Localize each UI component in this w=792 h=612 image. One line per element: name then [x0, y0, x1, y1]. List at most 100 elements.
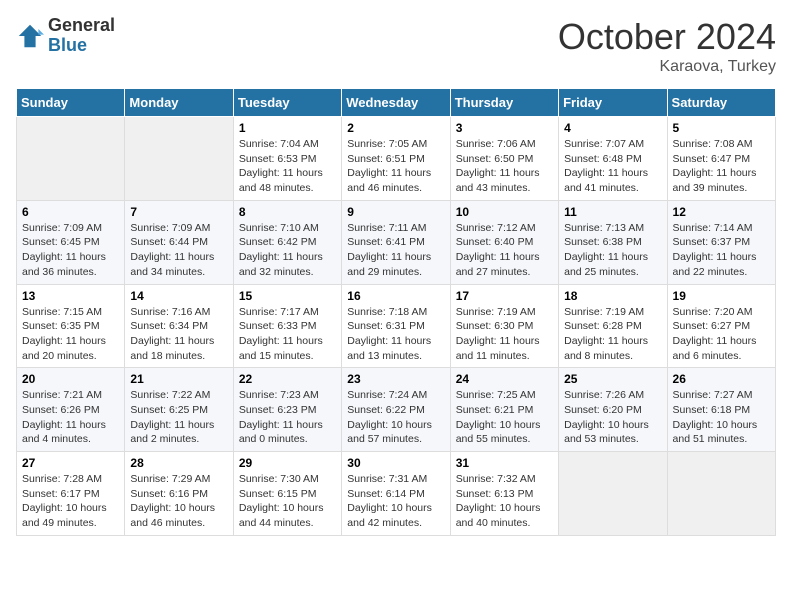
day-info: Sunrise: 7:32 AM Sunset: 6:13 PM Dayligh…: [456, 472, 553, 531]
calendar-cell: 15Sunrise: 7:17 AM Sunset: 6:33 PM Dayli…: [233, 284, 341, 368]
day-number: 11: [564, 205, 661, 219]
day-info: Sunrise: 7:27 AM Sunset: 6:18 PM Dayligh…: [673, 388, 770, 447]
calendar-cell: 19 Sunrise: 7:20 AM Sunset: 6:27 PM Dayli…: [667, 284, 775, 368]
day-number: 7: [130, 205, 227, 219]
calendar-cell: 14Sunrise: 7:16 AM Sunset: 6:34 PM Dayli…: [125, 284, 233, 368]
day-number: 8: [239, 205, 336, 219]
day-info: Sunrise: 7:19 AM Sunset: 6:30 PM Dayligh…: [456, 305, 553, 364]
day-number: 3: [456, 121, 553, 135]
day-number: 2: [347, 121, 444, 135]
calendar-cell: 24 Sunrise: 7:25 AM Sunset: 6:21 PM Dayli…: [450, 368, 558, 452]
calendar-cell: [559, 452, 667, 536]
page-header: General Blue October 2024 Karaova, Turke…: [16, 16, 776, 76]
calendar-cell: 20 Sunrise: 7:21 AM Sunset: 6:26 PM Dayli…: [17, 368, 125, 452]
calendar-cell: 5Sunrise: 7:08 AM Sunset: 6:47 PM Daylig…: [667, 117, 775, 201]
day-info: Sunrise: 7:10 AM Sunset: 6:42 PM Dayligh…: [239, 221, 336, 280]
calendar-table: SundayMondayTuesdayWednesdayThursdayFrid…: [16, 88, 776, 536]
day-number: 19: [673, 289, 770, 303]
calendar-cell: 22 Sunrise: 7:23 AM Sunset: 6:23 PM Dayli…: [233, 368, 341, 452]
day-number: 9: [347, 205, 444, 219]
day-number: 13: [22, 289, 119, 303]
calendar-cell: 29 Sunrise: 7:30 AM Sunset: 6:15 PM Dayli…: [233, 452, 341, 536]
day-info: Sunrise: 7:23 AM Sunset: 6:23 PM Dayligh…: [239, 388, 336, 447]
calendar-cell: 26Sunrise: 7:27 AM Sunset: 6:18 PM Dayli…: [667, 368, 775, 452]
month-title: October 2024: [558, 16, 776, 58]
day-info: Sunrise: 7:12 AM Sunset: 6:40 PM Dayligh…: [456, 221, 553, 280]
day-info: Sunrise: 7:31 AM Sunset: 6:14 PM Dayligh…: [347, 472, 444, 531]
day-number: 10: [456, 205, 553, 219]
day-info: Sunrise: 7:05 AM Sunset: 6:51 PM Dayligh…: [347, 137, 444, 196]
calendar-cell: 23 Sunrise: 7:24 AM Sunset: 6:22 PM Dayli…: [342, 368, 450, 452]
day-number: 1: [239, 121, 336, 135]
day-number: 27: [22, 456, 119, 470]
day-info: Sunrise: 7:18 AM Sunset: 6:31 PM Dayligh…: [347, 305, 444, 364]
day-info: Sunrise: 7:13 AM Sunset: 6:38 PM Dayligh…: [564, 221, 661, 280]
day-info: Sunrise: 7:21 AM Sunset: 6:26 PM Dayligh…: [22, 388, 119, 447]
day-info: Sunrise: 7:28 AM Sunset: 6:17 PM Dayligh…: [22, 472, 119, 531]
logo-general-text: General: [48, 16, 115, 36]
location: Karaova, Turkey: [558, 58, 776, 76]
day-info: Sunrise: 7:14 AM Sunset: 6:37 PM Dayligh…: [673, 221, 770, 280]
day-number: 6: [22, 205, 119, 219]
day-number: 22: [239, 372, 336, 386]
header-row: SundayMondayTuesdayWednesdayThursdayFrid…: [17, 89, 776, 117]
day-info: Sunrise: 7:19 AM Sunset: 6:28 PM Dayligh…: [564, 305, 661, 364]
day-number: 28: [130, 456, 227, 470]
calendar-body: 1 Sunrise: 7:04 AM Sunset: 6:53 PM Daylig…: [17, 117, 776, 536]
calendar-cell: 3 Sunrise: 7:06 AM Sunset: 6:50 PM Daylig…: [450, 117, 558, 201]
calendar-cell: 10 Sunrise: 7:12 AM Sunset: 6:40 PM Dayli…: [450, 200, 558, 284]
calendar-cell: 31 Sunrise: 7:32 AM Sunset: 6:13 PM Dayli…: [450, 452, 558, 536]
calendar-cell: [667, 452, 775, 536]
calendar-cell: 25 Sunrise: 7:26 AM Sunset: 6:20 PM Dayli…: [559, 368, 667, 452]
calendar-week-3: 13Sunrise: 7:15 AM Sunset: 6:35 PM Dayli…: [17, 284, 776, 368]
day-info: Sunrise: 7:25 AM Sunset: 6:21 PM Dayligh…: [456, 388, 553, 447]
logo-blue-text: Blue: [48, 36, 115, 56]
calendar-cell: [125, 117, 233, 201]
day-number: 21: [130, 372, 227, 386]
calendar-week-5: 27 Sunrise: 7:28 AM Sunset: 6:17 PM Dayli…: [17, 452, 776, 536]
day-number: 24: [456, 372, 553, 386]
calendar-week-1: 1 Sunrise: 7:04 AM Sunset: 6:53 PM Daylig…: [17, 117, 776, 201]
calendar-cell: 12 Sunrise: 7:14 AM Sunset: 6:37 PM Dayli…: [667, 200, 775, 284]
day-info: Sunrise: 7:07 AM Sunset: 6:48 PM Dayligh…: [564, 137, 661, 196]
day-header-thursday: Thursday: [450, 89, 558, 117]
day-number: 20: [22, 372, 119, 386]
day-number: 5: [673, 121, 770, 135]
day-info: Sunrise: 7:22 AM Sunset: 6:25 PM Dayligh…: [130, 388, 227, 447]
day-number: 23: [347, 372, 444, 386]
day-number: 17: [456, 289, 553, 303]
calendar-cell: 1 Sunrise: 7:04 AM Sunset: 6:53 PM Daylig…: [233, 117, 341, 201]
day-number: 31: [456, 456, 553, 470]
calendar-cell: 2 Sunrise: 7:05 AM Sunset: 6:51 PM Daylig…: [342, 117, 450, 201]
day-number: 25: [564, 372, 661, 386]
logo: General Blue: [16, 16, 115, 56]
day-info: Sunrise: 7:20 AM Sunset: 6:27 PM Dayligh…: [673, 305, 770, 364]
calendar-cell: 17 Sunrise: 7:19 AM Sunset: 6:30 PM Dayli…: [450, 284, 558, 368]
calendar-cell: 9Sunrise: 7:11 AM Sunset: 6:41 PM Daylig…: [342, 200, 450, 284]
day-header-tuesday: Tuesday: [233, 89, 341, 117]
day-header-friday: Friday: [559, 89, 667, 117]
day-header-wednesday: Wednesday: [342, 89, 450, 117]
day-info: Sunrise: 7:24 AM Sunset: 6:22 PM Dayligh…: [347, 388, 444, 447]
title-area: October 2024 Karaova, Turkey: [558, 16, 776, 76]
day-info: Sunrise: 7:17 AM Sunset: 6:33 PM Dayligh…: [239, 305, 336, 364]
day-header-monday: Monday: [125, 89, 233, 117]
calendar-cell: 4 Sunrise: 7:07 AM Sunset: 6:48 PM Daylig…: [559, 117, 667, 201]
calendar-cell: [17, 117, 125, 201]
calendar-week-2: 6Sunrise: 7:09 AM Sunset: 6:45 PM Daylig…: [17, 200, 776, 284]
day-info: Sunrise: 7:04 AM Sunset: 6:53 PM Dayligh…: [239, 137, 336, 196]
day-number: 12: [673, 205, 770, 219]
calendar-cell: 6Sunrise: 7:09 AM Sunset: 6:45 PM Daylig…: [17, 200, 125, 284]
day-number: 16: [347, 289, 444, 303]
calendar-cell: 30Sunrise: 7:31 AM Sunset: 6:14 PM Dayli…: [342, 452, 450, 536]
calendar-cell: 16 Sunrise: 7:18 AM Sunset: 6:31 PM Dayli…: [342, 284, 450, 368]
day-number: 4: [564, 121, 661, 135]
logo-icon: [16, 22, 44, 50]
day-info: Sunrise: 7:30 AM Sunset: 6:15 PM Dayligh…: [239, 472, 336, 531]
day-info: Sunrise: 7:26 AM Sunset: 6:20 PM Dayligh…: [564, 388, 661, 447]
calendar-header: SundayMondayTuesdayWednesdayThursdayFrid…: [17, 89, 776, 117]
calendar-cell: 27 Sunrise: 7:28 AM Sunset: 6:17 PM Dayli…: [17, 452, 125, 536]
day-info: Sunrise: 7:06 AM Sunset: 6:50 PM Dayligh…: [456, 137, 553, 196]
day-number: 29: [239, 456, 336, 470]
calendar-week-4: 20 Sunrise: 7:21 AM Sunset: 6:26 PM Dayli…: [17, 368, 776, 452]
